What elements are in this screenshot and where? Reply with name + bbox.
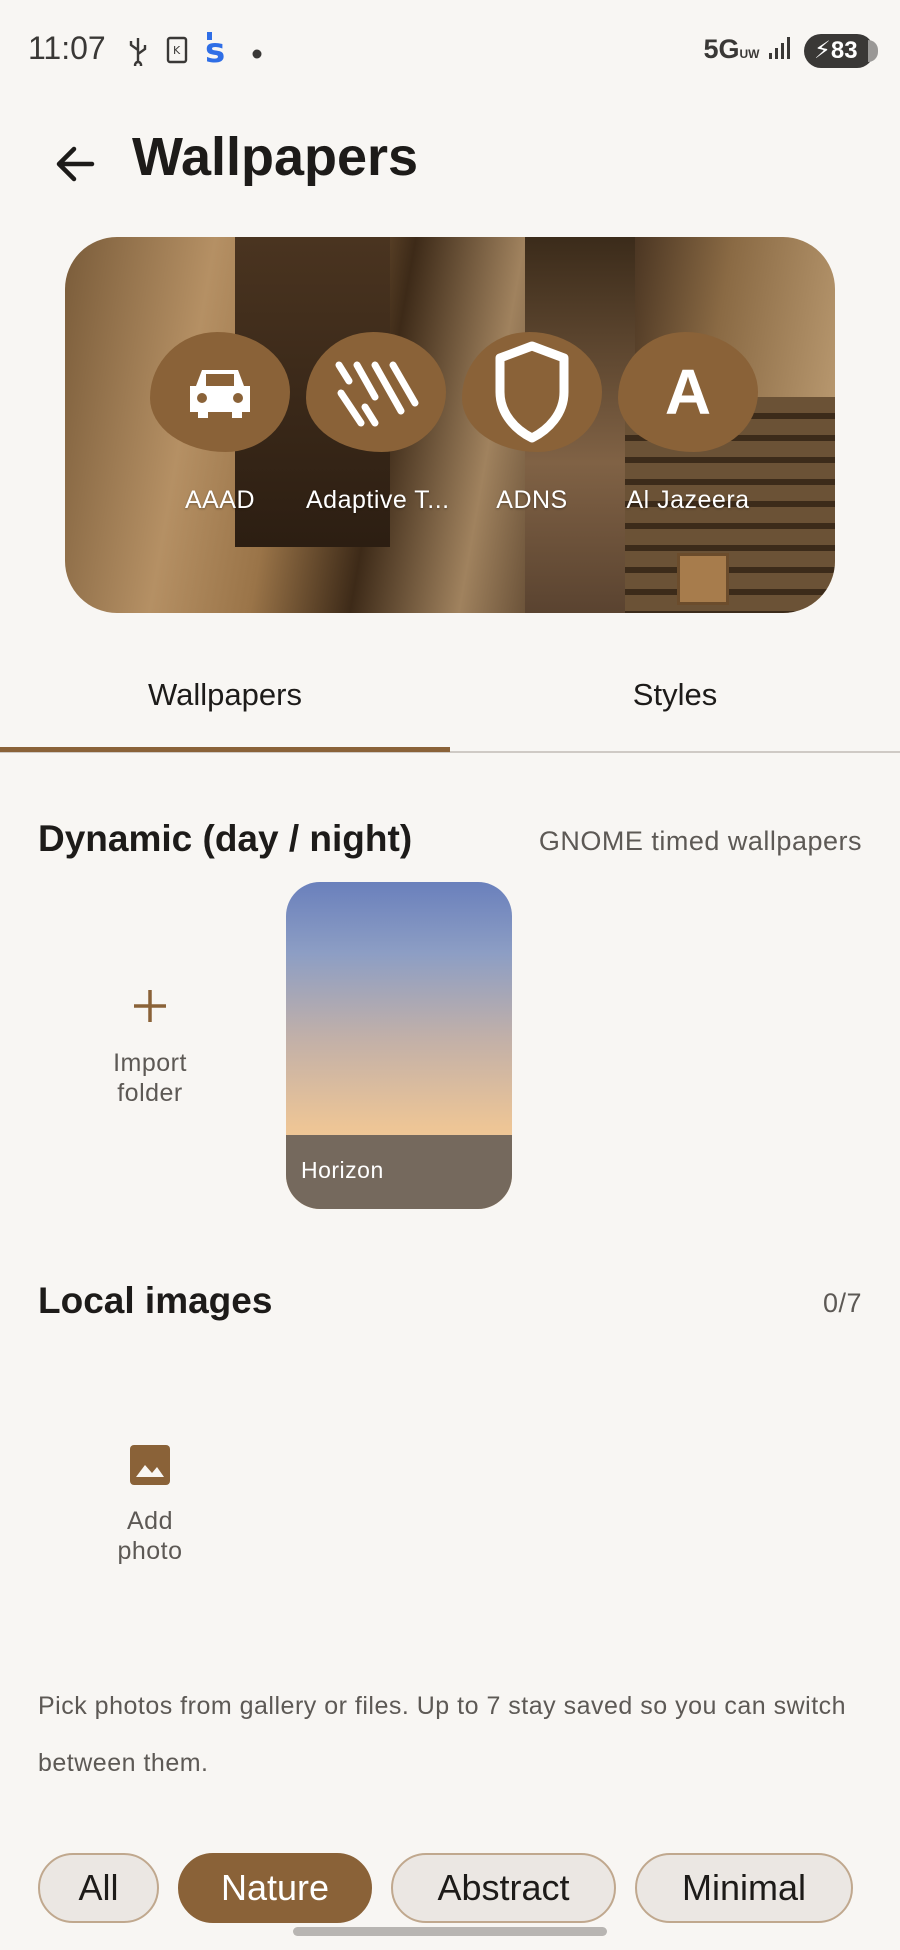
image-icon (130, 1445, 170, 1485)
chip-nature[interactable]: Nature (178, 1853, 372, 1923)
signal-icon (769, 37, 790, 59)
preview-app-adaptive: Adaptive T... (306, 332, 449, 515)
local-images-hint: Pick photos from gallery or files. Up to… (38, 1692, 847, 1777)
local-section-title: Local images (38, 1280, 273, 1321)
shield-icon (495, 341, 569, 443)
notification-dot-icon (252, 46, 262, 64)
add-label-line1: Add (127, 1507, 173, 1535)
no-dogs-sign (677, 553, 729, 605)
wallpaper-card-horizon[interactable]: Horizon (286, 882, 512, 1209)
slashes-icon (335, 361, 419, 427)
bolt-icon: ⚡ (814, 37, 831, 64)
tab-indicator (0, 747, 450, 752)
page-title: Wallpapers (132, 127, 419, 187)
arrow-back-icon (56, 146, 95, 182)
import-label-line1: Import (113, 1049, 187, 1077)
wallpaper-preview[interactable]: AAAD Adaptive T... ADNS A Al Jazeera (65, 237, 835, 613)
chip-all[interactable]: All (38, 1853, 159, 1923)
battery-indicator: ⚡83 (804, 34, 878, 68)
add-label-line2: photo (117, 1537, 183, 1565)
dynamic-section-subtitle: GNOME timed wallpapers (538, 826, 862, 856)
usb-icon (127, 36, 149, 71)
status-bar: 11:07 K s 5GUW ⚡83 (0, 0, 900, 100)
chip-abstract[interactable]: Abstract (391, 1853, 616, 1923)
letter-a-icon: A (664, 356, 712, 428)
wallpaper-name: Horizon (301, 1157, 384, 1183)
chip-minimal[interactable]: Minimal (635, 1853, 853, 1923)
app-s-icon: s (203, 30, 233, 73)
status-time: 11:07 (28, 30, 106, 66)
tab-styles[interactable]: Styles (450, 665, 900, 755)
preview-app-aljazeera: A Al Jazeera (618, 332, 758, 515)
tab-wallpapers[interactable]: Wallpapers (0, 665, 450, 755)
preview-app-aaad: AAAD (150, 332, 290, 515)
dynamic-section-title: Dynamic (day / night) (38, 818, 413, 859)
back-button[interactable] (48, 136, 104, 192)
home-indicator[interactable] (293, 1927, 607, 1936)
import-folder-button[interactable]: Import folder (90, 980, 210, 1108)
add-photo-button[interactable]: Add photo (90, 1443, 210, 1566)
keyboard-icon: K (166, 36, 188, 69)
preview-app-adns: ADNS (462, 332, 602, 515)
network-indicator: 5GUW (703, 34, 793, 65)
local-image-count: 0/7 (822, 1288, 862, 1318)
car-icon (190, 370, 250, 418)
svg-text:K: K (173, 44, 181, 57)
plus-icon (90, 980, 210, 1034)
import-label-line2: folder (117, 1079, 183, 1107)
